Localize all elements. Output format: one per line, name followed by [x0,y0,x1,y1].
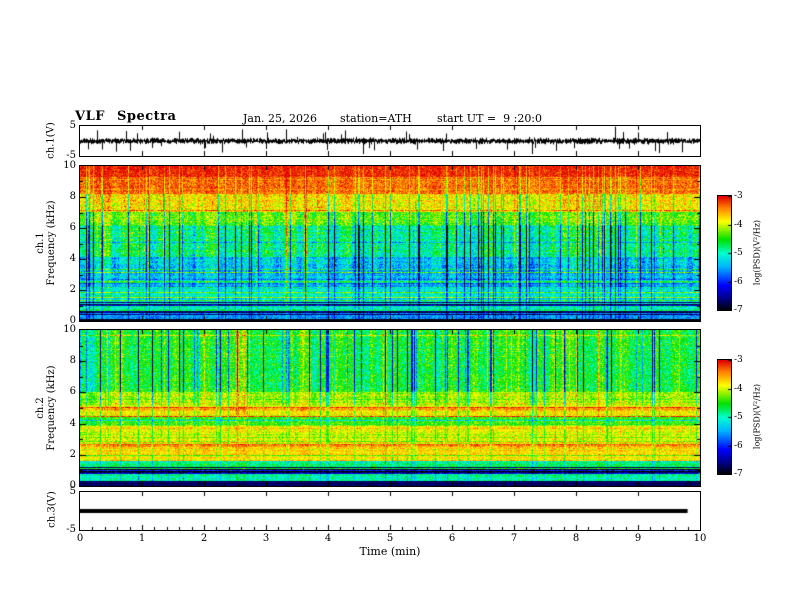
colorbar-tick-label: -7 [734,305,743,315]
x-tick-label: 8 [572,533,580,544]
ch1-voltage-plot [79,125,701,157]
colorbar-tick-label: -6 [734,276,743,287]
ch1-colorbar [717,195,732,311]
y-tick-label: 6 [69,222,76,233]
header-station: station=ATH [340,112,412,125]
x-axis-label: Time (min) [359,545,421,558]
y-tick-label: 8 [69,191,76,202]
y-tick-label: 10 [63,160,76,171]
vlf-spectra-figure: VLF Spectra Jan. 25, 2026 station=ATH st… [0,0,792,612]
colorbar-tick-label: -3 [734,355,743,365]
y-tick-label: 5 [69,486,76,497]
y-tick-label: -5 [66,524,76,535]
y-tick-label: 2 [69,448,76,460]
x-tick-label: 2 [200,533,208,544]
header-date: Jan. 25, 2026 [243,112,318,125]
ch1-spectrogram [79,165,701,322]
y-tick-label: 4 [69,253,76,264]
x-tick-label: 9 [634,533,642,544]
x-tick-label: 1 [138,533,146,544]
colorbar-tick-label: -5 [734,412,743,422]
y-tick-label: 2 [69,284,76,295]
x-tick-label: 7 [510,533,518,544]
y-tick-label: 8 [69,355,76,367]
x-tick-label: 3 [262,533,270,544]
header-start-ut: start UT = 9 :20:0 [437,112,543,125]
ch2-colorbar [717,359,732,475]
ch2-spectrogram [79,329,701,487]
ch1-label-line: ch.1 [35,232,46,254]
colorbar-tick-label: -5 [734,248,743,258]
ch2-label-line: ch.2 [35,397,46,419]
y-tick-label: 4 [69,417,76,429]
colorbar-tick-label: -4 [734,219,743,230]
colorbar-tick-label: -7 [734,469,743,479]
figure-title: VLF Spectra [75,109,177,124]
colorbar-tick-label: -6 [734,440,743,451]
y-tick-label: 10 [63,324,76,335]
x-tick-label: 5 [386,533,394,544]
colorbar-tick-label: -3 [734,191,743,201]
x-tick-label: 6 [448,533,456,544]
x-tick-label: 4 [324,533,332,544]
ch3-voltage-plot [79,491,701,531]
x-tick-label: 10 [693,533,707,544]
colorbar-tick-label: -4 [734,383,743,394]
y-tick-label: 6 [69,386,76,398]
y-tick-label: 5 [69,120,76,131]
